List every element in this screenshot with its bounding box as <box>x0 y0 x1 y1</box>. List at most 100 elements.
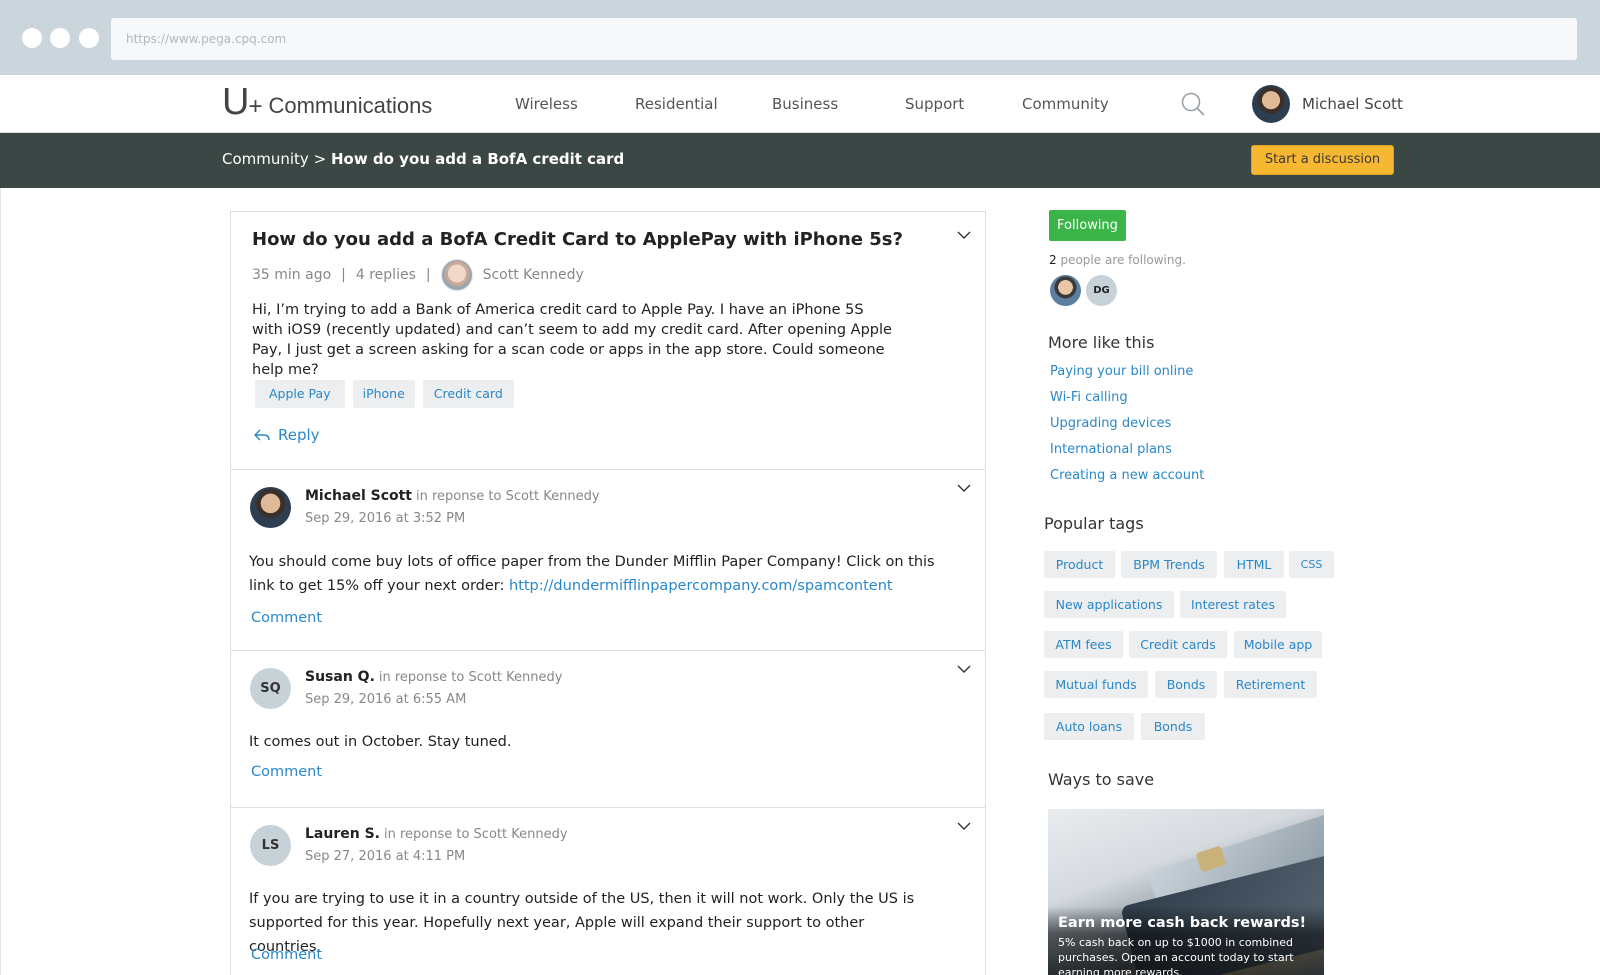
more-like-this-heading: More like this <box>1048 333 1155 352</box>
logo-plus: + <box>248 93 263 120</box>
site-logo[interactable]: U+ Communications <box>222 81 432 124</box>
comment-chevron-down-icon[interactable] <box>957 483 971 493</box>
more-like-this-link[interactable]: Wi-Fi calling <box>1050 390 1128 405</box>
popular-tag[interactable]: BPM Trends <box>1121 551 1217 578</box>
post-tag[interactable]: Apple Pay <box>255 380 345 408</box>
search-icon[interactable] <box>1180 91 1206 117</box>
popular-tag[interactable]: Interest rates <box>1180 591 1286 618</box>
comment-author[interactable]: Michael Scott <box>305 488 412 504</box>
nav-community[interactable]: Community <box>1022 95 1109 113</box>
popular-tags-heading: Popular tags <box>1044 514 1144 533</box>
window-maximize-dot[interactable] <box>79 28 99 48</box>
post-title: How do you add a BofA Credit Card to App… <box>252 229 903 250</box>
post-replies-count: 4 replies <box>355 267 416 283</box>
breadcrumb-community-link[interactable]: Community <box>222 150 309 168</box>
follower-avatar[interactable] <box>1050 275 1081 306</box>
breadcrumb-current: How do you add a BofA credit card <box>330 150 625 168</box>
address-bar-url: https://www.pega.cpq.com <box>126 32 287 46</box>
comment-chevron-down-icon[interactable] <box>957 821 971 831</box>
comment-response-to: in reponse to Scott Kennedy <box>378 670 563 685</box>
popular-tag[interactable]: Mobile app <box>1234 631 1322 658</box>
reply-button[interactable]: Reply <box>254 426 320 444</box>
comment-chevron-down-icon[interactable] <box>957 664 971 674</box>
discussion-panel: How do you add a BofA Credit Card to App… <box>230 211 986 975</box>
reply-icon <box>254 429 270 441</box>
logo-u: U <box>222 81 249 123</box>
window-minimize-dot[interactable] <box>50 28 70 48</box>
more-like-this-link[interactable]: Upgrading devices <box>1050 416 1171 431</box>
popular-tag[interactable]: HTML <box>1224 551 1284 578</box>
popular-tag[interactable]: Bonds <box>1155 671 1217 698</box>
popular-tag[interactable]: ATM fees <box>1044 631 1123 658</box>
breadcrumb: Community > How do you add a BofA credit… <box>222 150 624 168</box>
comment-author-line: Lauren S. in reponse to Scott Kennedy <box>305 826 568 842</box>
post-time: 35 min ago <box>252 267 332 283</box>
comment-date: Sep 29, 2016 at 3:52 PM <box>305 511 466 526</box>
post-body: Hi, I’m trying to add a Bank of America … <box>252 302 892 378</box>
meta-divider: | <box>425 267 431 283</box>
popular-tag[interactable]: Mutual funds <box>1044 671 1148 698</box>
address-bar[interactable]: https://www.pega.cpq.com <box>111 18 1577 60</box>
nav-support[interactable]: Support <box>905 95 964 113</box>
post-tag[interactable]: Credit card <box>422 380 514 408</box>
popular-tag[interactable]: Retirement <box>1224 671 1317 698</box>
logo-text: Communications <box>268 93 433 118</box>
following-button[interactable]: Following <box>1049 210 1126 241</box>
comment-item: SQ Susan Q. in reponse to Scott Kennedy S… <box>231 650 985 807</box>
popular-tag[interactable]: Credit cards <box>1129 631 1227 658</box>
followers-number: 2 <box>1049 253 1057 267</box>
popular-tag[interactable]: Bonds <box>1141 713 1205 740</box>
follower-avatar[interactable]: DG <box>1086 275 1117 306</box>
promo-text: 5% cash back on up to $1000 in combined … <box>1058 936 1294 975</box>
post-meta: 35 min ago | 4 replies | Scott Kennedy <box>252 259 584 291</box>
site-header: U+ Communications Wireless Residential Bu… <box>0 75 1600 133</box>
comment-body: It comes out in October. Stay tuned. <box>249 734 512 750</box>
comment-item: Michael Scott in reponse to Scott Kennedy… <box>231 469 985 650</box>
followers-text: people are following. <box>1056 253 1186 267</box>
comment-button[interactable]: Comment <box>251 610 322 626</box>
more-like-this-link[interactable]: Paying your bill online <box>1050 364 1193 379</box>
comment-button[interactable]: Comment <box>251 947 322 963</box>
user-name: Michael Scott <box>1302 95 1403 113</box>
comment-body: If you are trying to use it in a country… <box>249 891 915 955</box>
user-avatar <box>1252 85 1290 123</box>
window-close-dot[interactable] <box>22 28 42 48</box>
more-like-this-link[interactable]: Creating a new account <box>1050 468 1204 483</box>
browser-chrome: https://www.pega.cpq.com <box>0 0 1600 75</box>
nav-business[interactable]: Business <box>772 95 838 113</box>
comment-avatar <box>250 487 291 528</box>
post-tags: Apple Pay iPhone Credit card <box>255 380 514 408</box>
nav-residential[interactable]: Residential <box>635 95 718 113</box>
promo-card[interactable]: Earn more cash back rewards! 5% cash bac… <box>1048 809 1324 975</box>
popular-tag[interactable]: Auto loans <box>1044 713 1134 740</box>
post-author[interactable]: Scott Kennedy <box>483 267 584 283</box>
popular-tag[interactable]: CSS <box>1289 551 1334 578</box>
comment-date: Sep 27, 2016 at 4:11 PM <box>305 849 466 864</box>
comment-avatar: LS <box>250 825 291 866</box>
post-chevron-down-icon[interactable] <box>957 230 971 240</box>
popular-tag[interactable]: New applications <box>1044 591 1174 618</box>
breadcrumb-separator: > <box>313 150 327 168</box>
reply-label: Reply <box>278 426 320 444</box>
comment-response-to: in reponse to Scott Kennedy <box>416 489 600 504</box>
promo-title: Earn more cash back rewards! <box>1058 915 1307 931</box>
comment-author[interactable]: Susan Q. <box>305 669 375 685</box>
meta-divider: | <box>341 267 346 283</box>
comment-item: LS Lauren S. in reponse to Scott Kennedy … <box>231 807 985 975</box>
post-tag[interactable]: iPhone <box>352 380 415 408</box>
breadcrumb-bar: Community > How do you add a BofA credit… <box>0 133 1600 188</box>
comment-link[interactable]: http://dundermifflinpapercompany.com/spa… <box>509 578 893 594</box>
comment-author-line: Michael Scott in reponse to Scott Kennedy <box>305 488 600 504</box>
user-menu[interactable]: Michael Scott <box>1252 85 1403 123</box>
ways-to-save-heading: Ways to save <box>1048 770 1155 789</box>
followers-count: 2 people are following. <box>1049 253 1186 267</box>
more-like-this-link[interactable]: International plans <box>1050 442 1172 457</box>
comment-author[interactable]: Lauren S. <box>305 826 380 842</box>
comment-date: Sep 29, 2016 at 6:55 AM <box>305 692 467 707</box>
nav-wireless[interactable]: Wireless <box>515 95 578 113</box>
comment-button[interactable]: Comment <box>251 764 322 780</box>
page-left-border <box>0 188 1 975</box>
popular-tag[interactable]: Product <box>1044 551 1115 578</box>
start-discussion-button[interactable]: Start a discussion <box>1251 145 1394 175</box>
comment-author-line: Susan Q. in reponse to Scott Kennedy <box>305 669 562 685</box>
